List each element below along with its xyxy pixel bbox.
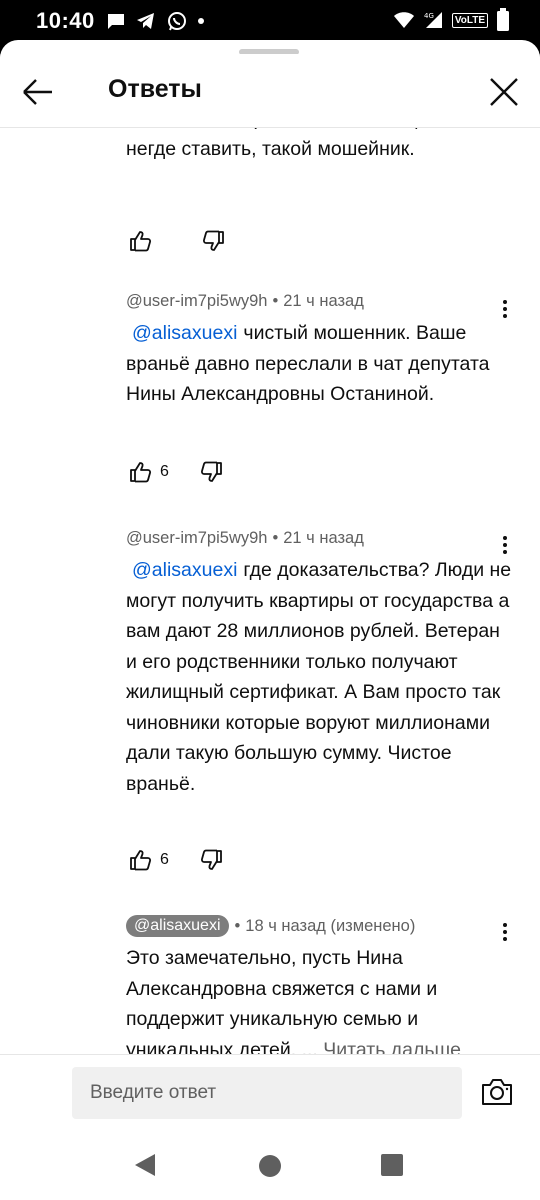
mention-link[interactable]: @alisaxuexi [132, 322, 237, 344]
like-button[interactable] [126, 226, 156, 256]
comment-meta: @alisaxuexi • 18 ч назад (изменено) [126, 913, 516, 939]
nav-home-icon[interactable] [259, 1155, 281, 1177]
thumbs-up-icon [130, 850, 152, 871]
comment-author[interactable]: @user-im7pi5wy9h [126, 292, 267, 311]
comment-body: @alisaxuexi чистый мошенник. Ваше враньё … [126, 318, 516, 410]
nav-back-icon[interactable] [133, 1152, 157, 1178]
dislike-button[interactable] [198, 226, 228, 256]
like-count: 6 [160, 851, 169, 868]
reply-input-bar [0, 1054, 540, 1144]
dislike-button[interactable] [196, 845, 226, 875]
like-button[interactable] [126, 845, 156, 875]
back-arrow-icon [23, 79, 52, 105]
system-navigation-bar [0, 1144, 540, 1200]
more-options-button[interactable] [493, 917, 517, 947]
system-icons: 4G VoLTE [393, 8, 510, 32]
more-vert-icon [503, 536, 507, 540]
close-icon [490, 78, 518, 106]
comment-actions: 6 [126, 457, 226, 487]
thumbs-down-icon [202, 230, 224, 251]
comment-actions: 6 [126, 845, 226, 875]
reply-comment: @alisaxuexi • 18 ч назад (изменено) Это … [126, 913, 516, 1054]
replies-header: Ответы [0, 54, 540, 128]
message-icon [108, 14, 124, 29]
telegram-icon [137, 13, 154, 29]
like-button[interactable] [126, 457, 156, 487]
dislike-button[interactable] [196, 457, 226, 487]
more-options-button[interactable] [493, 294, 517, 324]
reply-comment: @user-im7pi5wy9h • 21 ч назад @alisaxuex… [126, 525, 516, 799]
nav-recents-icon[interactable] [381, 1154, 403, 1176]
camera-button[interactable] [480, 1077, 520, 1111]
comment-author[interactable]: @user-im7pi5wy9h [126, 529, 267, 548]
camera-icon [482, 1079, 512, 1105]
reply-comment: @user-im7pi5wy9h • 21 ч назад @alisaxuex… [126, 288, 516, 410]
mention-link[interactable]: @alisaxuexi [132, 559, 237, 581]
back-button[interactable] [18, 74, 58, 110]
more-vert-icon [503, 923, 507, 927]
battery-icon [497, 8, 509, 31]
comment-text: где доказательства? Люди не могут получи… [126, 559, 512, 795]
more-notifications-dot [198, 18, 204, 24]
status-bar: 10:40 4G VoLTE [0, 0, 540, 40]
replies-list[interactable]: мнению хейтеров на мне вообще клейма нег… [0, 128, 540, 1054]
thumbs-down-icon [200, 461, 222, 482]
comment-time: 21 ч назад [283, 528, 364, 547]
comment-meta: @user-im7pi5wy9h • 21 ч назад [126, 528, 364, 548]
reply-input[interactable] [72, 1067, 462, 1119]
thumbs-down-icon [200, 849, 222, 870]
like-count: 6 [160, 463, 169, 480]
replies-sheet: Ответы мнению хейтеров на мне вообще кле… [0, 40, 540, 1144]
comment-time: 18 ч назад (изменено) [245, 916, 416, 935]
status-time: 10:40 [36, 8, 95, 33]
whatsapp-icon [168, 12, 186, 31]
close-button[interactable] [486, 74, 522, 110]
notification-icons [106, 10, 204, 32]
volte-badge: VoLTE [451, 12, 488, 28]
comment-meta: @user-im7pi5wy9h • 21 ч назад [126, 291, 364, 311]
page-title: Ответы [108, 75, 202, 103]
read-more-link[interactable]: Читать дальше [323, 1039, 461, 1055]
previous-comment-text: мнению хейтеров на мне вообще клейма нег… [126, 128, 500, 160]
comment-body: @alisaxuexi где доказательства? Люди не м… [126, 555, 516, 799]
more-options-button[interactable] [493, 530, 517, 560]
previous-comment-actions [126, 226, 228, 256]
svg-text:4G: 4G [424, 12, 434, 20]
comment-body: Это замечательно, пусть Нина Александров… [126, 943, 516, 1054]
thumbs-up-icon [130, 462, 152, 483]
more-vert-icon [503, 300, 507, 304]
creator-author-chip[interactable]: @alisaxuexi [126, 915, 229, 937]
signal-icon: 4G [424, 12, 442, 28]
wifi-icon [393, 12, 414, 28]
thumbs-up-icon [130, 231, 152, 252]
comment-time: 21 ч назад [283, 291, 364, 310]
